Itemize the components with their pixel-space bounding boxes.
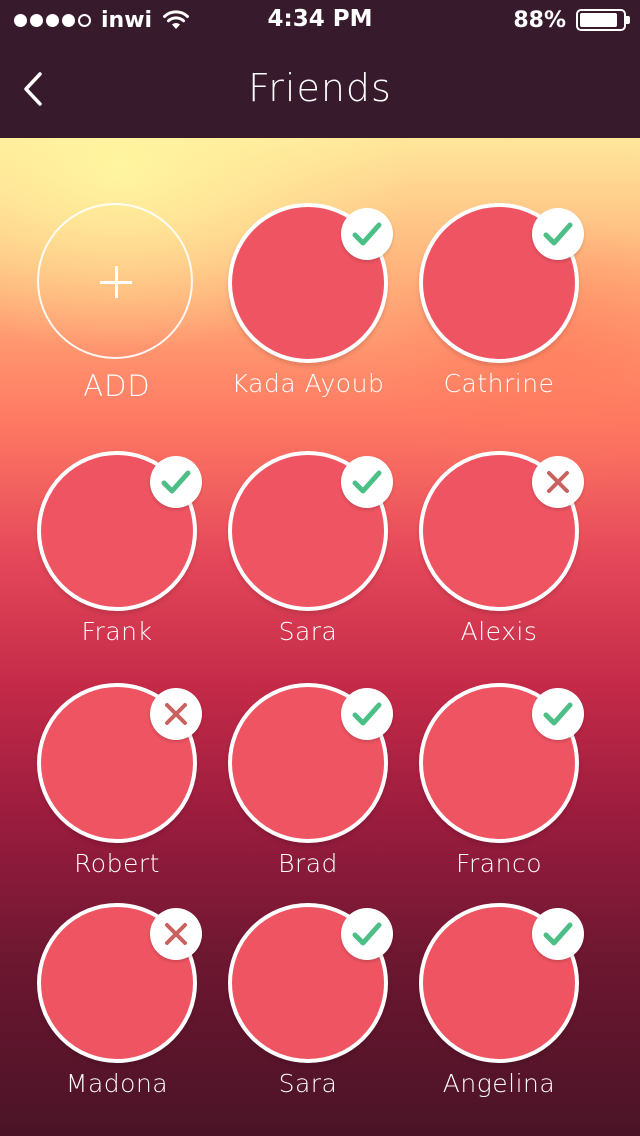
cross-icon[interactable] — [150, 908, 202, 960]
friend-tile[interactable]: Angelina — [404, 868, 594, 1098]
navigation-bar: Friends — [0, 40, 640, 138]
friend-tile[interactable]: Robert — [22, 648, 212, 878]
checkmark-icon[interactable] — [532, 688, 584, 740]
checkmark-icon[interactable] — [341, 688, 393, 740]
checkmark-icon[interactable] — [341, 456, 393, 508]
checkmark-icon[interactable] — [150, 456, 202, 508]
friend-name: Angelina — [442, 1069, 556, 1098]
friend-tile[interactable]: Franco — [404, 648, 594, 878]
battery-fill — [580, 13, 617, 27]
friend-tile[interactable]: Alexis — [404, 416, 594, 646]
battery-percentage: 88% — [513, 7, 566, 33]
friend-name: Sara — [278, 1069, 338, 1098]
add-circle[interactable] — [37, 203, 193, 359]
checkmark-icon[interactable] — [532, 908, 584, 960]
friend-tile[interactable]: Frank — [22, 416, 212, 646]
friend-tile[interactable]: Sara — [213, 416, 403, 646]
friend-name: Madona — [65, 1069, 169, 1098]
cross-icon[interactable] — [150, 688, 202, 740]
friend-name: Cathrine — [443, 369, 555, 398]
plus-icon — [100, 266, 132, 298]
battery-icon — [576, 9, 630, 31]
friend-name: Kada Ayoub — [231, 369, 385, 398]
friend-tile[interactable]: Madona — [22, 868, 212, 1098]
friend-tile[interactable]: Kada Ayoub — [213, 168, 403, 398]
friend-tile[interactable]: Brad — [213, 648, 403, 878]
friend-name: Frank — [81, 617, 153, 646]
checkmark-icon[interactable] — [341, 208, 393, 260]
friends-grid: ADD Kada Ayoub Cathrine Frank Sara Alexis Rob… — [0, 138, 640, 1136]
friend-tile[interactable]: Sara — [213, 868, 403, 1098]
checkmark-icon[interactable] — [532, 208, 584, 260]
friend-tile[interactable]: Cathrine — [404, 168, 594, 398]
status-bar: inwi 4:34 PM 88% — [0, 0, 640, 40]
cross-icon[interactable] — [532, 456, 584, 508]
friend-name: Sara — [278, 617, 338, 646]
friend-name: Alexis — [460, 617, 538, 646]
add-friend-button[interactable]: ADD — [22, 168, 212, 403]
status-right: 88% — [513, 6, 630, 34]
page-title: Friends — [248, 66, 392, 110]
checkmark-icon[interactable] — [341, 908, 393, 960]
add-label: ADD — [83, 369, 151, 403]
